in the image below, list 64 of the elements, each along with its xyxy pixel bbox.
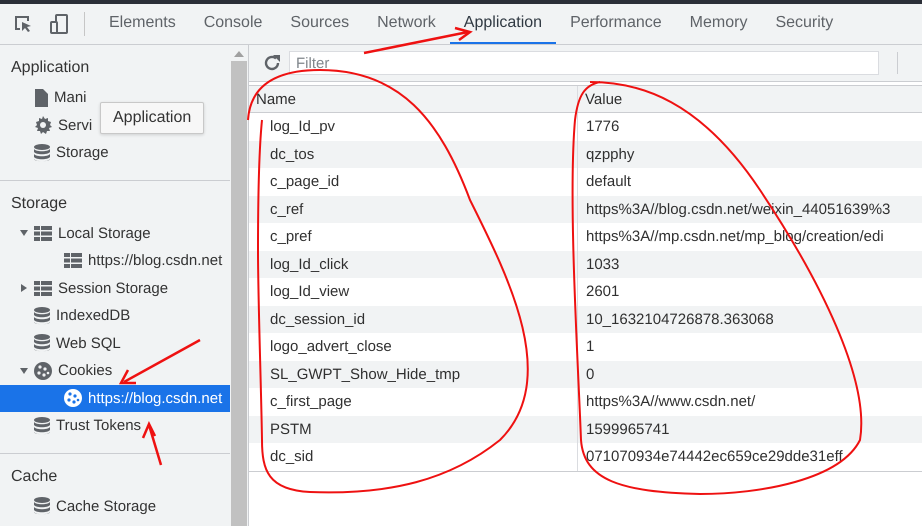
- tree-item[interactable]: Trust Tokens: [0, 412, 142, 440]
- table-cell-text: dc_session_id: [269, 310, 366, 330]
- table-cell-text: c_pref: [269, 227, 313, 248]
- scrollbar[interactable]: [230, 45, 249, 526]
- table-cell-text: dc_sid: [269, 447, 314, 468]
- expand-triangle-icon[interactable]: [20, 366, 28, 375]
- table-cell: 1033: [577, 250, 922, 278]
- tree-item[interactable]: https://blog.csdn.net: [0, 247, 222, 274]
- panel-tab[interactable]: Security: [761, 4, 848, 44]
- refresh-icon[interactable]: [263, 54, 281, 72]
- database-icon: [34, 306, 50, 325]
- expand-triangle-icon[interactable]: [20, 229, 28, 238]
- tree-item[interactable]: Local Storage: [0, 220, 151, 247]
- panel-tab[interactable]: Performance: [556, 4, 676, 44]
- cookie-icon: [34, 362, 52, 380]
- table-cell-text: c_ref: [269, 200, 304, 220]
- panel-tab[interactable]: Network: [363, 4, 450, 44]
- tree-item[interactable]: Cache Storage: [0, 492, 156, 520]
- table-cell-text: c_first_page: [269, 392, 353, 412]
- table-cell-text: log_Id_click: [269, 254, 350, 275]
- panel-tab[interactable]: Console: [190, 4, 276, 44]
- grid-icon: [34, 226, 52, 241]
- column-header[interactable]: Name: [249, 86, 577, 112]
- column-header[interactable]: Value: [577, 86, 922, 112]
- table-cell-text: SL_GWPT_Show_Hide_tmp: [269, 364, 462, 385]
- table-cell: 10_1632104726878.363068: [577, 306, 922, 333]
- tree-item[interactable]: IndexedDB: [0, 302, 130, 330]
- table-cell-text: logo_advert_close: [269, 337, 393, 358]
- annotation-arrow: [142, 421, 162, 466]
- tree-item[interactable]: Servi: [0, 112, 92, 139]
- grid-icon: [34, 280, 52, 296]
- table-cell: qzpphy: [577, 140, 922, 168]
- database-icon: [34, 144, 50, 162]
- table-cell-text: log_Id_pv: [269, 117, 336, 138]
- section-heading: Application: [10, 58, 90, 78]
- table-cell: 1599965741: [577, 416, 922, 443]
- table-cell-text: log_Id_view: [269, 282, 350, 302]
- tree-item[interactable]: Cookies: [0, 357, 112, 384]
- section-heading: Cache: [10, 466, 58, 486]
- tree-item[interactable]: Mani: [0, 84, 87, 112]
- panel-tab[interactable]: Elements: [95, 4, 190, 44]
- device-icon[interactable]: [48, 13, 70, 35]
- database-icon: [34, 416, 50, 435]
- cookie-icon: [64, 389, 82, 408]
- settings-icon: [34, 116, 52, 134]
- file-icon: [34, 88, 48, 107]
- table-cell-text: c_page_id: [269, 172, 340, 192]
- collapse-triangle-icon[interactable]: [20, 284, 28, 292]
- panel-tab[interactable]: Memory: [676, 4, 762, 44]
- tree-item[interactable]: Web SQL: [0, 330, 121, 357]
- tree-item[interactable]: Session Storage: [0, 274, 168, 302]
- grid-icon: [64, 253, 82, 268]
- table-cell-text: PSTM: [269, 420, 313, 440]
- database-icon: [34, 334, 50, 352]
- section-heading: Storage: [10, 194, 68, 214]
- table-cell: 071070934e74442ec659ce29dde31eff: [577, 443, 922, 470]
- tree-item[interactable]: https://blog.csdn.net: [0, 384, 230, 412]
- database-icon: [34, 497, 50, 516]
- tooltip: Application: [100, 102, 204, 134]
- tree-item[interactable]: Storage: [0, 139, 109, 166]
- filter-field[interactable]: Filter: [289, 51, 879, 75]
- table-cell-text: dc_tos: [269, 144, 316, 165]
- panel-tab[interactable]: Sources: [276, 4, 364, 44]
- table-cell: 0: [577, 360, 922, 388]
